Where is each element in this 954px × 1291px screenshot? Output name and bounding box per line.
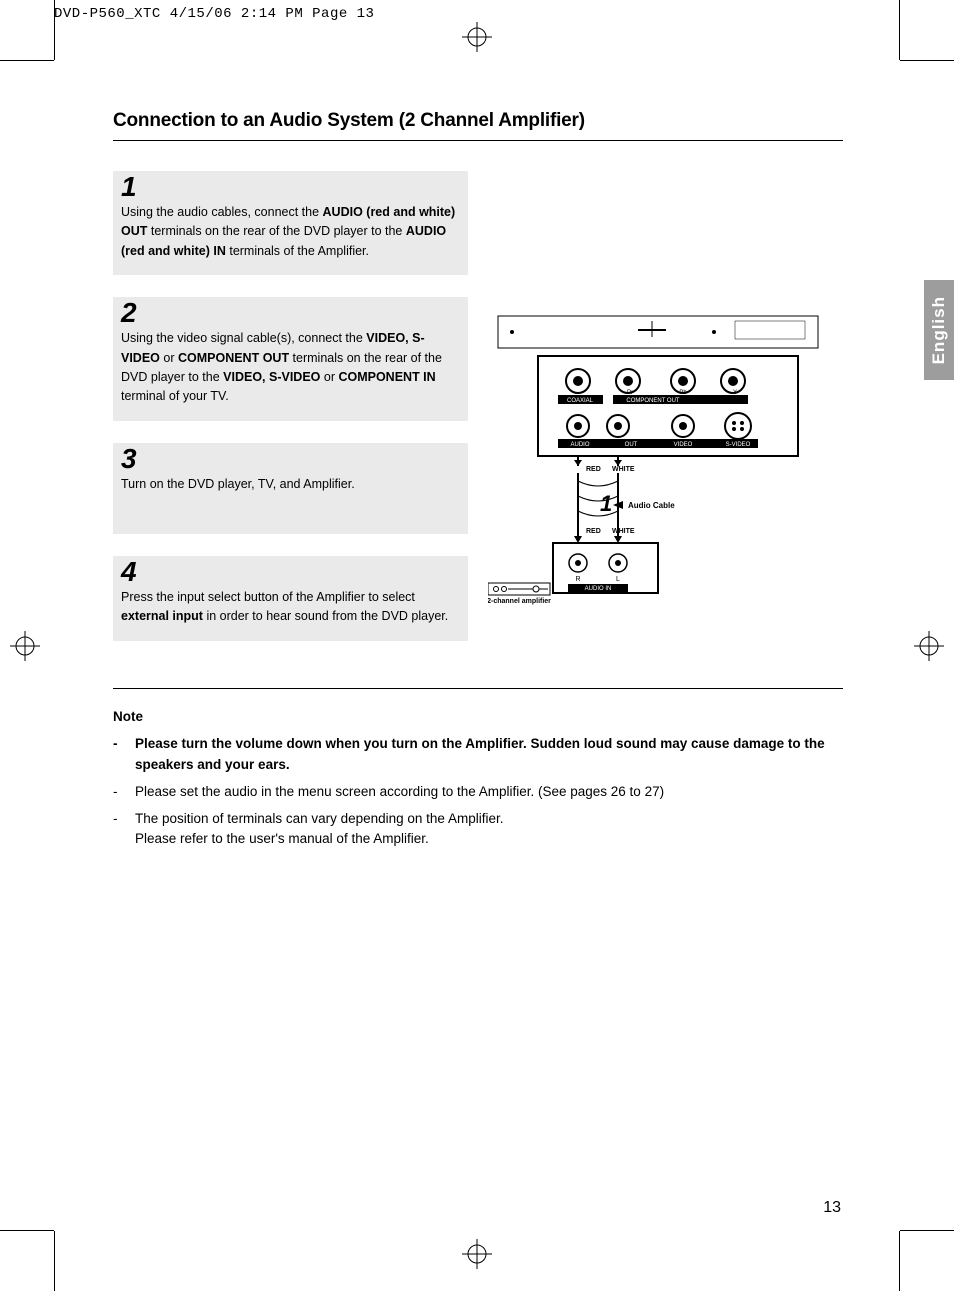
- crop-mark: [899, 1231, 900, 1291]
- svg-text:COMPONENT OUT: COMPONENT OUT: [626, 398, 680, 404]
- diagram-column: COAXIAL COMPONENT OUT Pr Pb Y: [488, 171, 843, 663]
- step-number: 4: [121, 556, 136, 587]
- svg-text:Y: Y: [733, 390, 737, 396]
- step-1: 1 Using the audio cables, connect the AU…: [113, 171, 468, 275]
- step-4: 4 Press the input select button of the A…: [113, 556, 468, 641]
- step-number: 1: [121, 171, 136, 202]
- svg-text:WHITE: WHITE: [612, 528, 635, 535]
- svg-text:L: L: [616, 576, 620, 583]
- registration-mark-icon: [10, 631, 40, 661]
- svg-text:2-channel amplifier: 2-channel amplifier: [488, 598, 551, 605]
- page-number: 13: [823, 1199, 841, 1217]
- crop-mark: [0, 1230, 54, 1231]
- registration-mark-icon: [462, 1239, 492, 1269]
- svg-text:AUDIO IN: AUDIO IN: [585, 586, 612, 592]
- svg-text:Audio Cable: Audio Cable: [628, 501, 675, 510]
- svg-text:Pr: Pr: [627, 390, 633, 396]
- section-rule: [113, 688, 843, 689]
- svg-text:RED: RED: [586, 528, 601, 535]
- crop-mark: [0, 60, 54, 61]
- connection-diagram: COAXIAL COMPONENT OUT Pr Pb Y: [488, 311, 843, 616]
- note-item: - Please set the audio in the menu scree…: [113, 782, 843, 803]
- step-2: 2 Using the video signal cable(s), conne…: [113, 297, 468, 421]
- step-body: Turn on the DVD player, TV, and Amplifie…: [113, 473, 468, 534]
- steps-column: 1 Using the audio cables, connect the AU…: [113, 171, 468, 663]
- svg-text:COAXIAL: COAXIAL: [567, 398, 594, 404]
- crop-mark: [899, 0, 900, 60]
- content-area: Connection to an Audio System (2 Channel…: [113, 110, 843, 856]
- title-rule: [113, 140, 843, 141]
- svg-text:OUT: OUT: [625, 442, 638, 448]
- note-item: - The position of terminals can vary dep…: [113, 809, 843, 851]
- svg-text:1: 1: [600, 491, 612, 516]
- svg-text:S-VIDEO: S-VIDEO: [726, 442, 751, 448]
- step-body: Using the audio cables, connect the AUDI…: [113, 201, 468, 275]
- print-slug: DVD-P560_XTC 4/15/06 2:14 PM Page 13: [54, 6, 374, 22]
- language-tab-label: English: [929, 296, 949, 364]
- wiring-diagram-icon: COAXIAL COMPONENT OUT Pr Pb Y: [488, 311, 828, 611]
- svg-text:RED: RED: [586, 466, 601, 473]
- notes-heading: Note: [113, 709, 843, 724]
- step-number: 3: [121, 443, 136, 474]
- note-item: - Please turn the volume down when you t…: [113, 734, 843, 776]
- svg-text:WHITE: WHITE: [612, 466, 635, 473]
- svg-text:AUDIO: AUDIO: [570, 442, 589, 448]
- svg-text:VIDEO: VIDEO: [674, 442, 693, 448]
- crop-mark: [54, 1231, 55, 1291]
- registration-mark-icon: [462, 22, 492, 52]
- step-3: 3 Turn on the DVD player, TV, and Amplif…: [113, 443, 468, 534]
- svg-text:R: R: [575, 576, 580, 583]
- crop-mark: [900, 60, 954, 61]
- manual-page: DVD-P560_XTC 4/15/06 2:14 PM Page 13 Eng…: [0, 0, 954, 1291]
- language-tab: English: [924, 280, 954, 380]
- step-body: Using the video signal cable(s), connect…: [113, 327, 468, 421]
- crop-mark: [54, 0, 55, 60]
- page-title: Connection to an Audio System (2 Channel…: [113, 110, 843, 132]
- svg-text:Pb: Pb: [679, 390, 687, 396]
- registration-mark-icon: [914, 631, 944, 661]
- step-body: Press the input select button of the Amp…: [113, 586, 468, 641]
- step-number: 2: [121, 297, 136, 328]
- crop-mark: [900, 1230, 954, 1231]
- notes-section: Note - Please turn the volume down when …: [113, 709, 843, 851]
